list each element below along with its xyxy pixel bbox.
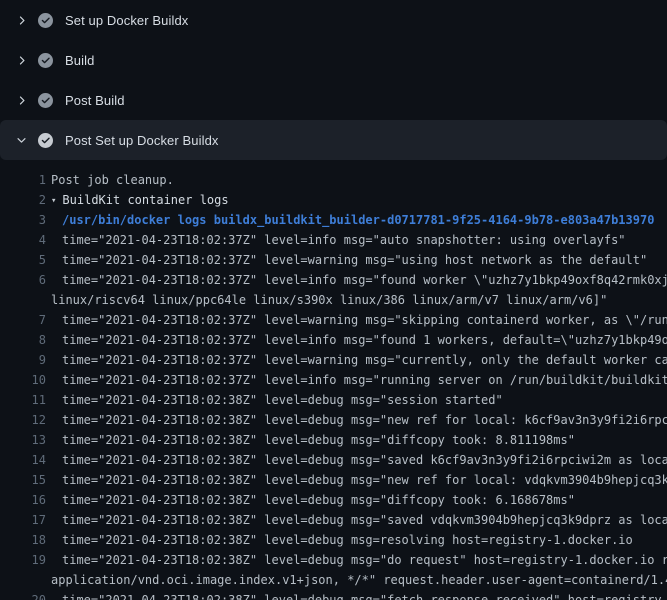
step-header[interactable]: Build: [0, 40, 667, 80]
line-number[interactable]: 4: [0, 230, 46, 250]
chevron-down-icon: [13, 132, 29, 148]
log-line-text: time="2021-04-23T18:02:37Z" level=info m…: [62, 230, 626, 250]
step-label: Set up Docker Buildx: [65, 13, 188, 28]
line-number[interactable]: 9: [0, 350, 46, 370]
log-line-text: time="2021-04-23T18:02:37Z" level=info m…: [62, 330, 667, 350]
line-number[interactable]: 17: [0, 510, 46, 530]
log-line: 9 time="2021-04-23T18:02:37Z" level=warn…: [0, 350, 667, 370]
line-number[interactable]: 12: [0, 410, 46, 430]
log-line: 6 time="2021-04-23T18:02:37Z" level=info…: [0, 270, 667, 290]
line-number[interactable]: 1: [0, 170, 46, 190]
step-header[interactable]: Post Set up Docker Buildx: [0, 120, 667, 160]
log-line-text: time="2021-04-23T18:02:38Z" level=debug …: [62, 550, 667, 570]
log-line-text: linux/riscv64 linux/ppc64le linux/s390x …: [51, 290, 607, 310]
log-line: 5 time="2021-04-23T18:02:37Z" level=warn…: [0, 250, 667, 270]
log-line: linux/riscv64 linux/ppc64le linux/s390x …: [0, 290, 667, 310]
log-line: 3 /usr/bin/docker logs buildx_buildkit_b…: [0, 210, 667, 230]
line-number[interactable]: 2: [0, 190, 46, 210]
log-line: 12 time="2021-04-23T18:02:38Z" level=deb…: [0, 410, 667, 430]
step-label: Post Set up Docker Buildx: [65, 133, 219, 148]
step-header[interactable]: Set up Docker Buildx: [0, 0, 667, 40]
log-line-text: time="2021-04-23T18:02:37Z" level=warnin…: [62, 350, 667, 370]
log-line: 15 time="2021-04-23T18:02:38Z" level=deb…: [0, 470, 667, 490]
check-circle-icon: [37, 12, 53, 28]
log-line: 10 time="2021-04-23T18:02:37Z" level=inf…: [0, 370, 667, 390]
log-line: 14 time="2021-04-23T18:02:38Z" level=deb…: [0, 450, 667, 470]
log-line-text: time="2021-04-23T18:02:38Z" level=debug …: [62, 530, 633, 550]
log-line-text: time="2021-04-23T18:02:38Z" level=debug …: [62, 490, 575, 510]
check-circle-icon: [37, 52, 53, 68]
log-line: 13 time="2021-04-23T18:02:38Z" level=deb…: [0, 430, 667, 450]
log-group-label: BuildKit container logs: [62, 193, 228, 207]
log-line: 11 time="2021-04-23T18:02:38Z" level=deb…: [0, 390, 667, 410]
log-line: 7 time="2021-04-23T18:02:37Z" level=warn…: [0, 310, 667, 330]
log-line-text: time="2021-04-23T18:02:38Z" level=debug …: [62, 430, 575, 450]
line-number[interactable]: 15: [0, 470, 46, 490]
log-line-text: application/vnd.oci.image.index.v1+json,…: [51, 570, 667, 590]
line-number[interactable]: 8: [0, 330, 46, 350]
log-group-toggle[interactable]: ▾ BuildKit container logs: [51, 190, 229, 210]
check-circle-icon: [37, 132, 53, 148]
step-header[interactable]: Post Build: [0, 80, 667, 120]
line-number[interactable]: 6: [0, 270, 46, 290]
line-number[interactable]: 20: [0, 590, 46, 600]
steps-list: Set up Docker Buildx Build P: [0, 0, 667, 160]
log-line-text: /usr/bin/docker logs buildx_buildkit_bui…: [62, 210, 654, 230]
line-number[interactable]: 16: [0, 490, 46, 510]
line-number: [0, 290, 46, 310]
check-circle-icon: [37, 92, 53, 108]
line-number[interactable]: 11: [0, 390, 46, 410]
log-line-text: time="2021-04-23T18:02:38Z" level=debug …: [62, 450, 667, 470]
line-number[interactable]: 19: [0, 550, 46, 570]
log-line-text: time="2021-04-23T18:02:37Z" level=warnin…: [62, 250, 647, 270]
log-line: 20 time="2021-04-23T18:02:38Z" level=deb…: [0, 590, 667, 600]
line-number[interactable]: 13: [0, 430, 46, 450]
triangle-down-icon: ▾: [51, 191, 56, 210]
line-number[interactable]: 3: [0, 210, 46, 230]
line-number: [0, 570, 46, 590]
log-line-text: time="2021-04-23T18:02:38Z" level=debug …: [62, 470, 667, 490]
line-number[interactable]: 14: [0, 450, 46, 470]
log-line-text: time="2021-04-23T18:02:37Z" level=warnin…: [62, 310, 667, 330]
line-number[interactable]: 5: [0, 250, 46, 270]
step-label: Build: [65, 53, 94, 68]
log-line: 16 time="2021-04-23T18:02:38Z" level=deb…: [0, 490, 667, 510]
step-label: Post Build: [65, 93, 125, 108]
log-line-text: time="2021-04-23T18:02:38Z" level=debug …: [62, 590, 667, 600]
log-line: 8 time="2021-04-23T18:02:37Z" level=info…: [0, 330, 667, 350]
log-line-text: time="2021-04-23T18:02:37Z" level=info m…: [62, 370, 667, 390]
log-line: 4 time="2021-04-23T18:02:37Z" level=info…: [0, 230, 667, 250]
log-line: 2 ▾ BuildKit container logs: [0, 190, 667, 210]
log-line: 17 time="2021-04-23T18:02:38Z" level=deb…: [0, 510, 667, 530]
log-line: 1 Post job cleanup.: [0, 170, 667, 190]
log-area: 1 Post job cleanup. 2 ▾ BuildKit containe…: [0, 160, 667, 600]
log-line-text: time="2021-04-23T18:02:37Z" level=info m…: [62, 270, 667, 290]
line-number[interactable]: 7: [0, 310, 46, 330]
chevron-right-icon: [13, 52, 29, 68]
log-line-text: time="2021-04-23T18:02:38Z" level=debug …: [62, 390, 503, 410]
log-line-text: Post job cleanup.: [51, 170, 174, 190]
chevron-right-icon: [13, 92, 29, 108]
log-line-text: time="2021-04-23T18:02:38Z" level=debug …: [62, 510, 667, 530]
log-line: application/vnd.oci.image.index.v1+json,…: [0, 570, 667, 590]
log-line: 19 time="2021-04-23T18:02:38Z" level=deb…: [0, 550, 667, 570]
log-line-text: time="2021-04-23T18:02:38Z" level=debug …: [62, 410, 667, 430]
line-number[interactable]: 10: [0, 370, 46, 390]
chevron-right-icon: [13, 12, 29, 28]
log-line: 18 time="2021-04-23T18:02:38Z" level=deb…: [0, 530, 667, 550]
line-number[interactable]: 18: [0, 530, 46, 550]
